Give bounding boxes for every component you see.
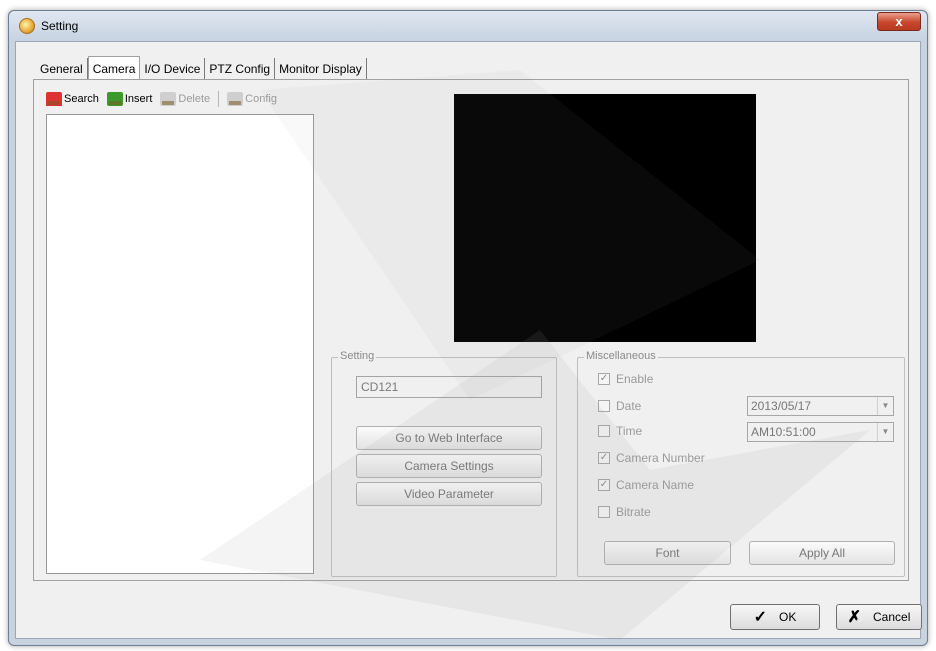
bitrate-label: Bitrate	[616, 505, 651, 519]
toolbar-separator	[218, 91, 220, 107]
cancel-label: Cancel	[873, 610, 911, 624]
enable-checkbox-row[interactable]: ✓ Enable	[598, 372, 653, 386]
tab-io-device[interactable]: I/O Device	[140, 58, 206, 80]
time-checkbox[interactable]	[598, 425, 610, 437]
date-format-value: 2013/05/17	[751, 399, 812, 413]
video-preview	[454, 94, 756, 342]
insert-label: Insert	[124, 93, 153, 105]
camera-number-checkbox-row[interactable]: ✓ Camera Number	[598, 451, 705, 465]
ok-button[interactable]: ✓ OK	[730, 604, 820, 630]
enable-label: Enable	[616, 372, 654, 386]
font-button[interactable]: Font	[604, 541, 731, 565]
insert-button[interactable]: Insert	[106, 92, 153, 106]
chevron-down-icon[interactable]: ▼	[877, 423, 893, 441]
miscellaneous-group: Miscellaneous ✓ Enable Date Time ✓ Camer…	[577, 350, 905, 577]
setting-group: Setting CD121 Go to Web Interface Camera…	[331, 350, 557, 577]
date-format-select[interactable]: 2013/05/17 ▼	[747, 396, 894, 416]
title-bar: Setting x	[9, 11, 927, 41]
bitrate-checkbox-row[interactable]: Bitrate	[598, 505, 651, 519]
enable-checkbox[interactable]: ✓	[598, 373, 610, 385]
window-title: Setting	[41, 19, 79, 33]
apply-all-button[interactable]: Apply All	[749, 541, 895, 565]
check-icon: ✓	[753, 609, 768, 626]
search-icon	[46, 92, 62, 106]
search-button[interactable]: Search	[46, 92, 99, 106]
cancel-button[interactable]: ✗ Cancel	[836, 604, 922, 630]
time-format-value: AM10:51:00	[751, 425, 816, 439]
cross-icon: ✗	[847, 609, 862, 626]
config-button[interactable]: Config	[227, 92, 277, 106]
camera-tab-panel: Search Insert Delete Config Setting CD12…	[33, 79, 909, 581]
setting-legend: Setting	[338, 350, 377, 362]
date-checkbox[interactable]	[598, 400, 610, 412]
camera-name-checkbox-row[interactable]: ✓ Camera Name	[598, 478, 694, 492]
app-icon	[19, 18, 35, 34]
config-icon	[227, 92, 244, 106]
config-label: Config	[245, 93, 277, 105]
bitrate-checkbox[interactable]	[598, 506, 610, 518]
delete-icon	[160, 92, 177, 106]
date-checkbox-row[interactable]: Date	[598, 399, 641, 413]
time-format-select[interactable]: AM10:51:00 ▼	[747, 422, 894, 442]
camera-toolbar: Search Insert Delete Config	[46, 90, 285, 108]
tab-ptz-config[interactable]: PTZ Config	[205, 58, 276, 80]
web-interface-button[interactable]: Go to Web Interface	[356, 426, 542, 450]
dialog-client-area: General Camera I/O Device PTZ Config Mon…	[15, 41, 922, 639]
chevron-down-icon[interactable]: ▼	[877, 397, 893, 415]
close-button[interactable]: x	[877, 12, 921, 31]
search-label: Search	[64, 93, 99, 105]
delete-label: Delete	[178, 93, 211, 105]
delete-button[interactable]: Delete	[160, 92, 210, 106]
camera-number-checkbox[interactable]: ✓	[598, 452, 610, 464]
camera-settings-button[interactable]: Camera Settings	[356, 454, 542, 478]
time-label: Time	[616, 424, 643, 438]
video-parameter-button[interactable]: Video Parameter	[356, 482, 542, 506]
tab-camera[interactable]: Camera	[87, 56, 141, 81]
camera-name-label: Camera Name	[616, 478, 695, 492]
time-checkbox-row[interactable]: Time	[598, 424, 642, 438]
date-label: Date	[616, 399, 642, 413]
settings-window: Setting x General Camera I/O Device PTZ …	[8, 10, 928, 646]
camera-name-field[interactable]: CD121	[356, 376, 542, 398]
camera-list[interactable]	[46, 114, 314, 574]
tab-strip: General Camera I/O Device PTZ Config Mon…	[36, 56, 367, 81]
camera-name-checkbox[interactable]: ✓	[598, 479, 610, 491]
tab-general[interactable]: General	[36, 58, 88, 80]
ok-label: OK	[779, 610, 797, 624]
camera-number-label: Camera Number	[616, 451, 705, 465]
tab-monitor-display[interactable]: Monitor Display	[275, 58, 367, 80]
insert-icon	[106, 92, 123, 106]
miscellaneous-legend: Miscellaneous	[584, 350, 658, 362]
